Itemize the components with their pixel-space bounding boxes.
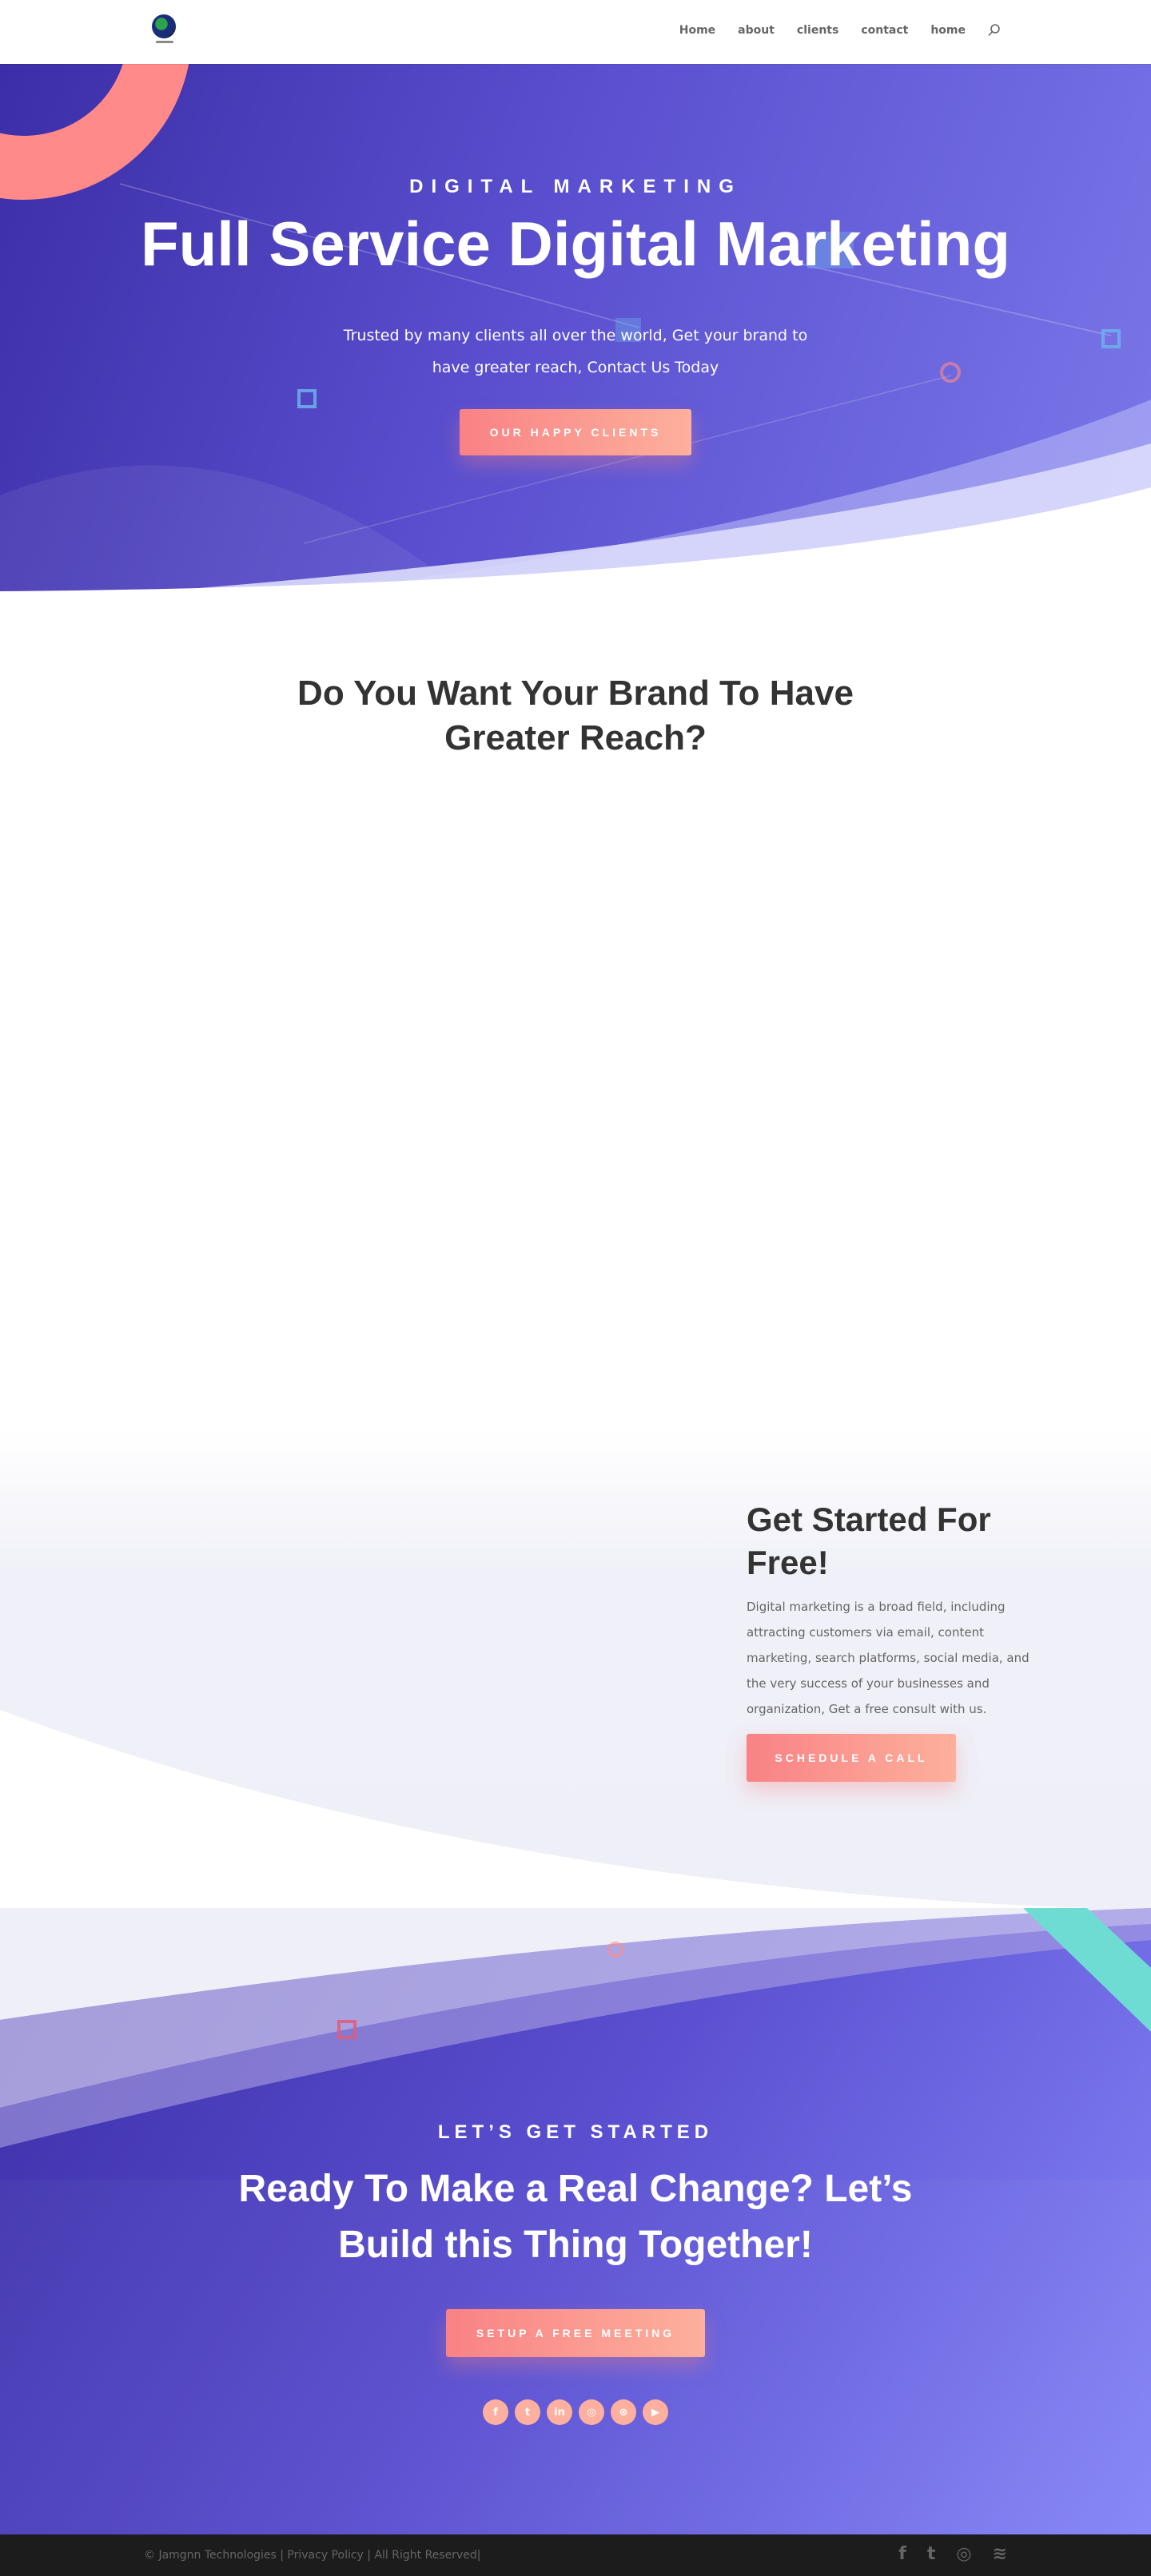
instagram-icon[interactable]: ◎ xyxy=(579,2399,604,2425)
get-started-heading: Get Started For Free! xyxy=(747,1501,991,1581)
decorative-square xyxy=(337,2020,356,2039)
social-icons: f t in ◎ ⊛ ▶ xyxy=(0,2399,1151,2425)
twitter-icon[interactable]: t xyxy=(515,2399,540,2425)
main-nav: Home about clients contact home xyxy=(679,24,1001,37)
nav-link-about[interactable]: about xyxy=(738,24,775,37)
footer-copyright: © Jamgnn Technologies | Privacy Policy |… xyxy=(144,2549,481,2562)
nav-link-clients[interactable]: clients xyxy=(797,24,838,37)
nav-link-home-2[interactable]: home xyxy=(930,24,966,37)
instagram-icon[interactable]: ◎ xyxy=(956,2544,971,2564)
search-icon[interactable] xyxy=(988,24,1001,37)
logo-tagline xyxy=(156,41,173,43)
facebook-icon[interactable]: f xyxy=(898,2544,906,2564)
schedule-call-button[interactable]: SCHEDULE A CALL xyxy=(747,1734,956,1782)
cta-kicker: LET’S GET STARTED xyxy=(437,2121,714,2143)
rss-icon[interactable]: ≋ xyxy=(993,2544,1007,2564)
site-footer: © Jamgnn Technologies | Privacy Policy |… xyxy=(0,2534,1151,2576)
twitter-icon[interactable]: t xyxy=(927,2544,936,2564)
hero-title: Full Service Digital Marketing xyxy=(141,209,1010,279)
cta-heading: Ready To Make a Real Change? Let’s Build… xyxy=(238,2168,913,2266)
logo-mark xyxy=(152,14,176,38)
hero-wave xyxy=(0,400,1151,591)
our-happy-clients-button[interactable]: OUR HAPPY CLIENTS xyxy=(460,409,691,455)
hero-section: DIGITAL MARKETING Full Service Digital M… xyxy=(0,64,1151,591)
company-logo[interactable] xyxy=(152,14,177,45)
hero-description: Trusted by many clients all over the wor… xyxy=(343,327,808,376)
setup-free-meeting-button[interactable]: SETUP A FREE MEETING xyxy=(446,2309,705,2357)
youtube-icon[interactable]: ▶ xyxy=(643,2399,668,2425)
decorative-circle xyxy=(607,1942,623,1958)
linkedin-icon[interactable]: in xyxy=(547,2399,572,2425)
reach-heading: Do You Want Your Brand To Have Greater R… xyxy=(297,674,854,757)
nav-link-home[interactable]: Home xyxy=(679,24,715,37)
get-started-text: Digital marketing is a broad field, incl… xyxy=(747,1600,1030,1716)
site-header: Home about clients contact home xyxy=(0,0,1151,64)
decorative-square xyxy=(1101,329,1121,348)
nav-link-contact[interactable]: contact xyxy=(861,24,908,37)
hero-kicker: DIGITAL MARKETING xyxy=(409,176,742,197)
footer-social-icons: f t ◎ ≋ xyxy=(898,2544,1007,2564)
dribbble-icon[interactable]: ⊛ xyxy=(611,2399,636,2425)
facebook-icon[interactable]: f xyxy=(483,2399,508,2425)
